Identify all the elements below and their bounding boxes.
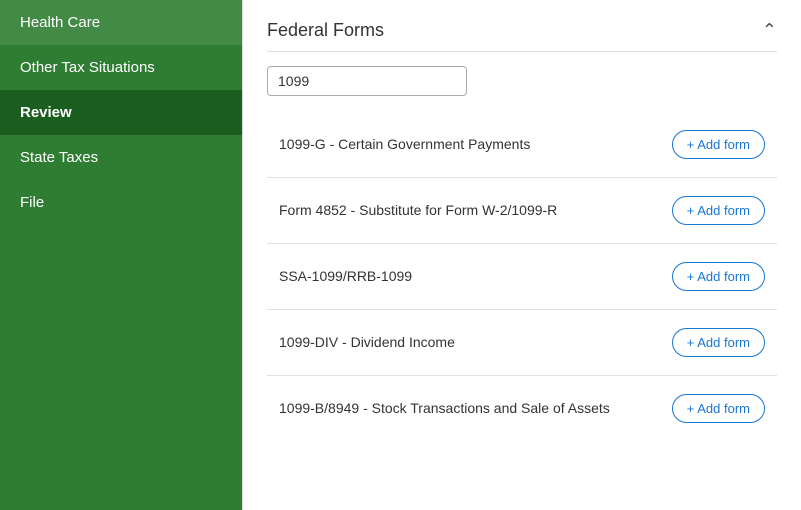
form-row-1099-b: 1099-B/8949 - Stock Transactions and Sal… [267, 376, 777, 441]
main-content: Federal Forms ⌃ 1099-G - Certain Governm… [242, 0, 801, 510]
sidebar-item-review[interactable]: Review [0, 90, 242, 135]
add-form-button-1099-div[interactable]: + Add form [672, 328, 765, 357]
sidebar-item-other-tax[interactable]: Other Tax Situations [0, 45, 242, 90]
add-form-button-ssa-1099[interactable]: + Add form [672, 262, 765, 291]
form-label-1099-b: 1099-B/8949 - Stock Transactions and Sal… [279, 399, 672, 419]
form-label-1099-div: 1099-DIV - Dividend Income [279, 333, 672, 353]
add-form-button-1099-g[interactable]: + Add form [672, 130, 765, 159]
sidebar-item-health-care[interactable]: Health Care [0, 0, 242, 45]
form-row-4852: Form 4852 - Substitute for Form W-2/1099… [267, 178, 777, 244]
form-label-1099-g: 1099-G - Certain Government Payments [279, 135, 672, 155]
form-label-4852: Form 4852 - Substitute for Form W-2/1099… [279, 201, 672, 221]
sidebar: Health CareOther Tax SituationsReviewSta… [0, 0, 242, 510]
sidebar-item-state-taxes[interactable]: State Taxes [0, 135, 242, 180]
sidebar-item-file[interactable]: File [0, 180, 242, 225]
chevron-up-icon[interactable]: ⌃ [762, 20, 777, 41]
form-row-1099-div: 1099-DIV - Dividend Income+ Add form [267, 310, 777, 376]
add-form-button-4852[interactable]: + Add form [672, 196, 765, 225]
form-row-1099-g: 1099-G - Certain Government Payments+ Ad… [267, 112, 777, 178]
form-label-ssa-1099: SSA-1099/RRB-1099 [279, 267, 672, 287]
search-input[interactable] [267, 66, 467, 96]
section-header: Federal Forms ⌃ [267, 20, 777, 52]
section-title: Federal Forms [267, 20, 384, 41]
forms-list: 1099-G - Certain Government Payments+ Ad… [267, 112, 777, 441]
form-row-ssa-1099: SSA-1099/RRB-1099+ Add form [267, 244, 777, 310]
add-form-button-1099-b[interactable]: + Add form [672, 394, 765, 423]
